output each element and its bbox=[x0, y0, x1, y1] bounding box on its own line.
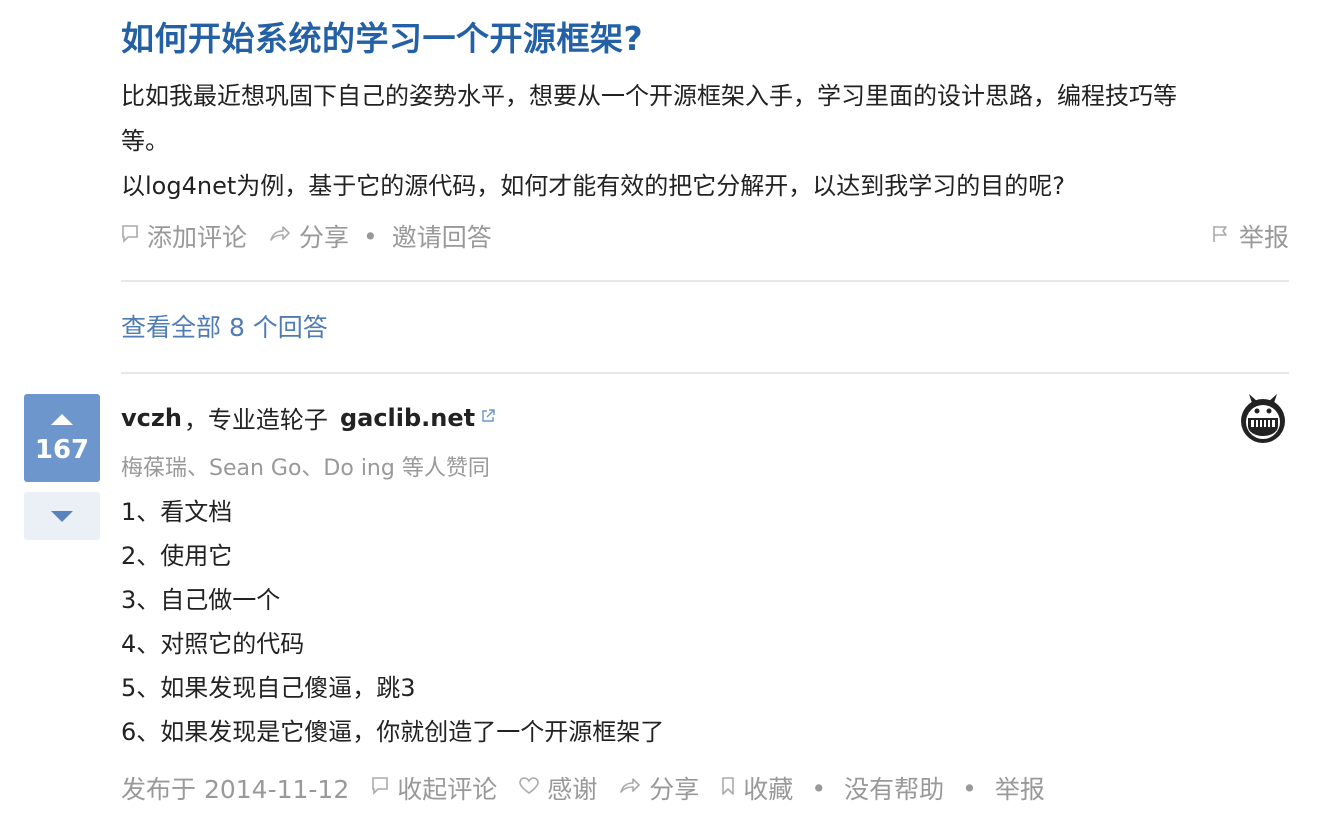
share-label: 分享 bbox=[299, 223, 350, 252]
view-all-answers-link[interactable]: 查看全部 8 个回答 bbox=[121, 308, 328, 344]
divider bbox=[121, 280, 1289, 282]
answer-line: 1、看文档 bbox=[121, 498, 233, 526]
answer-line: 4、对照它的代码 bbox=[121, 630, 305, 658]
invite-answer-button[interactable]: 邀请回答 bbox=[392, 218, 492, 254]
report-question-button[interactable]: 举报 bbox=[1211, 218, 1289, 254]
answer-body: 1、看文档 2、使用它 3、自己做一个 4、对照它的代码 5、如果发现自己傻逼，… bbox=[121, 490, 664, 754]
publish-date[interactable]: 发布于 2014-11-12 bbox=[121, 770, 349, 806]
vote-count: 167 bbox=[34, 435, 90, 465]
author-website-link[interactable]: gaclib.net bbox=[340, 404, 475, 432]
downvote-button[interactable] bbox=[24, 492, 100, 540]
favorite-label: 收藏 bbox=[743, 775, 794, 804]
thanks-button[interactable]: 感谢 bbox=[519, 770, 597, 806]
share-button[interactable]: 分享 bbox=[269, 218, 349, 254]
not-helpful-button[interactable]: 没有帮助 bbox=[844, 770, 944, 806]
triangle-up-icon bbox=[51, 414, 73, 425]
question-title[interactable]: 如何开始系统的学习一个开源框架? bbox=[121, 12, 643, 60]
answer-line: 3、自己做一个 bbox=[121, 586, 281, 614]
question-actions: 添加评论 分享 • 邀请回答 举报 bbox=[121, 216, 1289, 256]
flag-icon bbox=[1211, 224, 1231, 249]
question-body-line: 等。 bbox=[121, 127, 169, 155]
avatar[interactable] bbox=[1237, 392, 1289, 444]
collapse-comments-button[interactable]: 收起评论 bbox=[371, 770, 497, 806]
heart-icon bbox=[519, 776, 540, 800]
triangle-down-icon bbox=[51, 510, 73, 522]
share-label: 分享 bbox=[649, 775, 700, 804]
bookmark-icon bbox=[721, 776, 735, 801]
add-comment-button[interactable]: 添加评论 bbox=[121, 218, 247, 254]
separator-dot: • bbox=[962, 773, 977, 803]
question-body-line: 比如我最近想巩固下自己的姿势水平，想要从一个开源框架入手，学习里面的设计思路，编… bbox=[121, 82, 1177, 110]
voters-list[interactable]: 梅葆瑞、Sean Go、Do ing 等人赞同 bbox=[121, 450, 490, 482]
answer-line: 6、如果发现是它傻逼，你就创造了一个开源框架了 bbox=[121, 718, 665, 746]
comment-icon bbox=[371, 776, 389, 801]
external-link-icon[interactable] bbox=[481, 408, 495, 427]
collapse-comments-label: 收起评论 bbox=[397, 775, 498, 804]
invite-answer-label: 邀请回答 bbox=[391, 223, 492, 252]
comment-icon bbox=[121, 224, 139, 249]
share-button[interactable]: 分享 bbox=[619, 770, 699, 806]
separator-dot: • bbox=[811, 773, 827, 803]
share-icon bbox=[269, 224, 291, 249]
question-body-line: 以log4net为例，基于它的源代码，如何才能有效的把它分解开，以达到我学习的目… bbox=[121, 172, 1065, 200]
add-comment-label: 添加评论 bbox=[147, 223, 248, 252]
answer-line: 5、如果发现自己傻逼，跳3 bbox=[121, 674, 416, 702]
answer-line: 2、使用它 bbox=[121, 542, 233, 570]
answer-actions: 发布于 2014-11-12 收起评论 感谢 分享 收藏 • 没有帮助 • 举报 bbox=[121, 768, 1045, 808]
upvote-button[interactable]: 167 bbox=[24, 394, 100, 482]
separator-dot: • bbox=[363, 221, 378, 251]
divider bbox=[121, 372, 1289, 374]
author-name[interactable]: vczh bbox=[121, 404, 182, 432]
thanks-label: 感谢 bbox=[547, 775, 598, 804]
favorite-button[interactable]: 收藏 bbox=[721, 770, 793, 806]
report-label: 举报 bbox=[1238, 223, 1289, 252]
share-icon bbox=[619, 776, 641, 801]
report-answer-button[interactable]: 举报 bbox=[995, 770, 1045, 806]
question-body: 比如我最近想巩固下自己的姿势水平，想要从一个开源框架入手，学习里面的设计思路，编… bbox=[121, 74, 1291, 209]
answer-author: vczh ，专业造轮子 gaclib.net bbox=[121, 400, 495, 435]
author-bio: ，专业造轮子 bbox=[183, 406, 328, 434]
